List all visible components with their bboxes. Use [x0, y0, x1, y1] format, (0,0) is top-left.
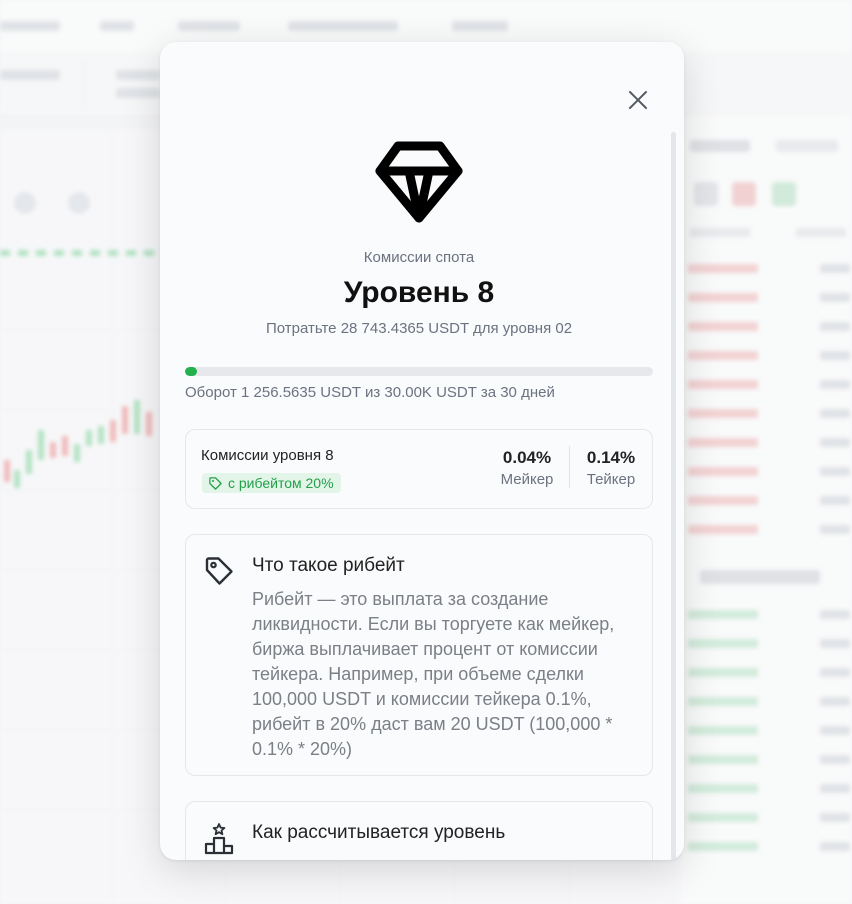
maker-fee-label: Мейкер	[500, 471, 554, 488]
taker-fee-value: 0.14%	[586, 448, 636, 467]
level-info-card: Как рассчитывается уровень	[185, 801, 653, 860]
podium-icon	[204, 823, 234, 855]
tag-icon	[205, 557, 233, 585]
level-info-title: Как рассчитывается уровень	[252, 822, 506, 843]
level-fees-label: Комиссии уровня 8	[201, 447, 334, 464]
diamond-icon	[375, 141, 463, 223]
level-title: Уровень 8	[343, 276, 495, 309]
turnover-progress-bar	[185, 367, 653, 376]
tag-icon	[209, 476, 222, 490]
rebate-info-text: Рибейт — это выплата за создание ликвидн…	[252, 589, 615, 759]
fee-divider	[569, 446, 570, 488]
taker-fee: 0.14% Тейкер	[578, 448, 644, 488]
taker-fee-label: Тейкер	[586, 471, 636, 488]
turnover-text: Оборот 1 256.5635 USDT из 30.00K USDT за…	[185, 384, 555, 401]
close-icon	[629, 91, 647, 109]
modal-scrollbar[interactable]	[671, 132, 676, 860]
modal-subtitle: Комиссии спота	[363, 249, 475, 266]
maker-fee-value: 0.04%	[502, 448, 552, 467]
close-button[interactable]	[624, 86, 652, 114]
spot-fees-modal: Комиссии спота Уровень 8 Потратьте 28 74…	[160, 42, 684, 860]
turnover-progress-fill	[185, 367, 197, 376]
maker-fee: 0.04% Мейкер	[492, 448, 562, 488]
rebate-info-title: Что такое рибейт	[252, 555, 405, 576]
background-order-book	[680, 116, 852, 904]
rebate-info-card: Что такое рибейт Рибейт — это выплата за…	[185, 534, 653, 776]
level-fees-card: Комиссии уровня 8 с рибейтом 20% 0.04% М…	[185, 429, 653, 509]
rebate-badge-label: с рибейтом 20%	[228, 475, 334, 491]
rebate-badge: с рибейтом 20%	[202, 473, 341, 493]
next-level-requirement: Потратьте 28 743.4365 USDT для уровня 02	[265, 320, 573, 337]
